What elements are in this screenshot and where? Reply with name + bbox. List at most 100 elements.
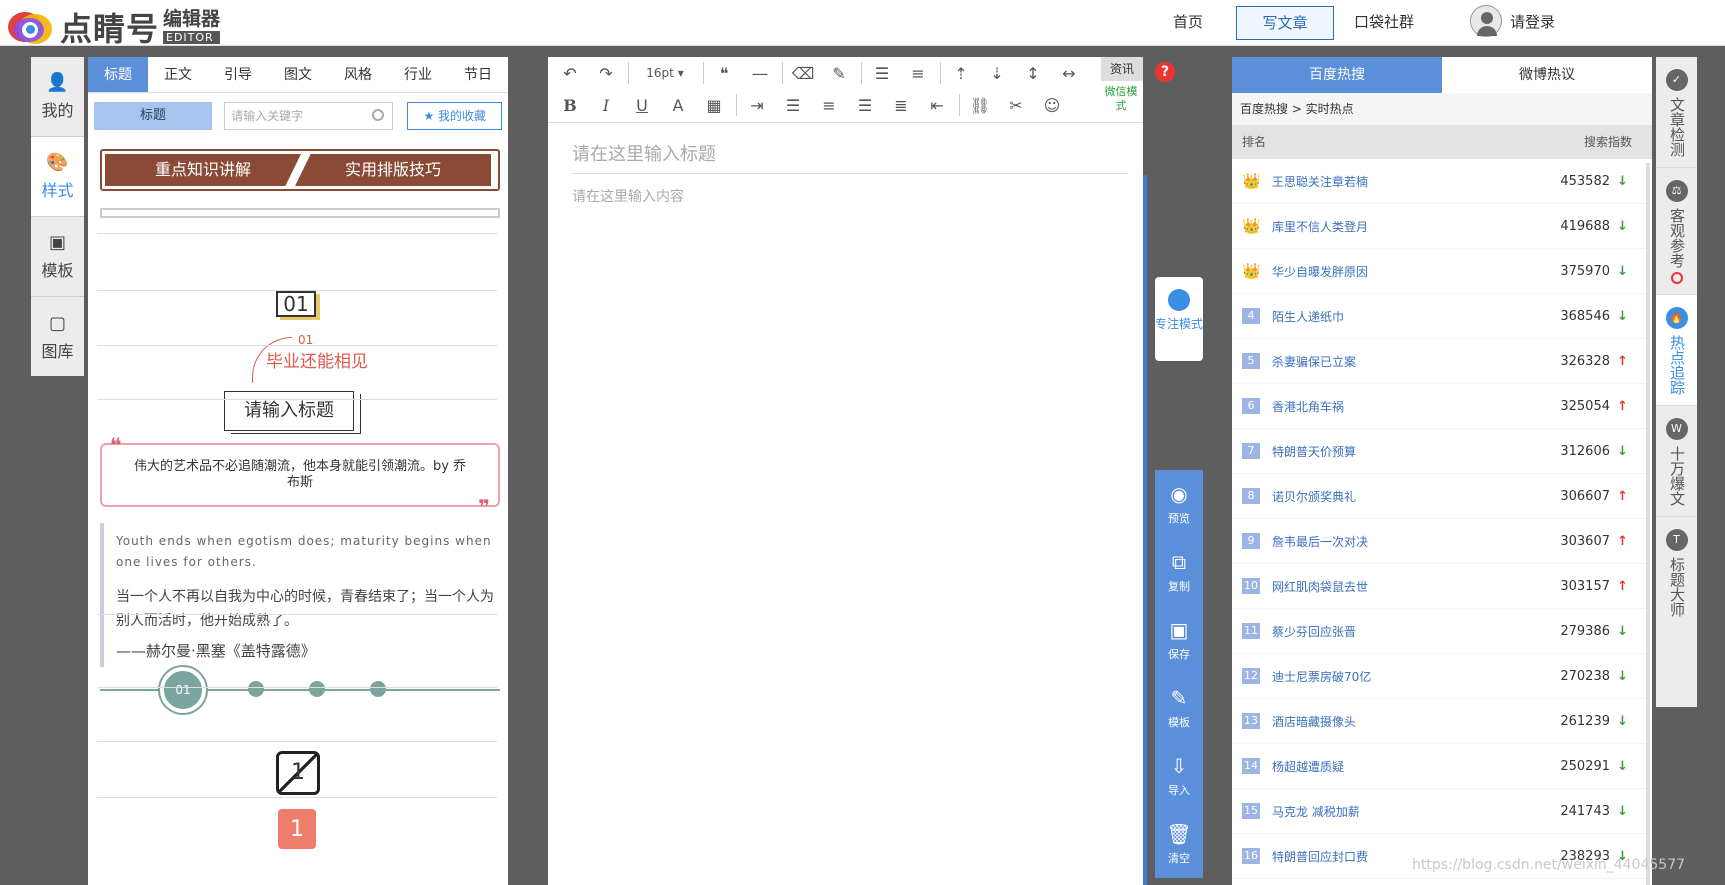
quote-icon[interactable]: ❝ [710, 59, 738, 87]
clear-button[interactable]: 🗑 清空 [1155, 810, 1203, 878]
left-nav-mine[interactable]: 👤 我的 [31, 57, 84, 137]
hot-list-item[interactable]: 14 杨超越遭质疑 250291 ↓ [1232, 744, 1652, 789]
indent-icon[interactable]: ⇥ [743, 91, 771, 119]
category-button[interactable]: 标题 [94, 102, 213, 130]
style-gift-number[interactable]: 1 [278, 809, 316, 849]
tab-body[interactable]: 正文 [148, 57, 208, 92]
left-nav-gallery[interactable]: ▢ 图库 [31, 297, 84, 377]
hot-item-title[interactable]: 香港北角车祸 [1272, 398, 1522, 415]
hot-list-item[interactable]: 4 陌生人递纸巾 368546 ↓ [1232, 294, 1652, 339]
style-title-dual[interactable]: 重点知识讲解 实用排版技巧 [100, 149, 500, 191]
tab-weibo-hot[interactable]: 微博热议 [1442, 57, 1652, 93]
left-nav-style[interactable]: 🎨 样式 [31, 137, 84, 217]
style-title-bar[interactable] [100, 208, 500, 218]
search-icon[interactable] [372, 109, 385, 121]
hot-item-title[interactable]: 詹韦最后一次对决 [1272, 533, 1522, 550]
line-height-icon[interactable]: ↕ [1019, 59, 1047, 87]
hot-item-title[interactable]: 特朗普天价预算 [1272, 443, 1522, 460]
spacing-top-icon[interactable]: ⇡ [947, 59, 975, 87]
hot-item-title[interactable]: 网红肌肉袋鼠去世 [1272, 578, 1522, 595]
align-right-icon[interactable]: ☰ [851, 91, 879, 119]
hot-list-item[interactable]: 6 香港北角车祸 325054 ↑ [1232, 384, 1652, 429]
body-input[interactable]: 请在这里输入内容 [572, 186, 684, 206]
font-color-icon[interactable]: A [664, 91, 692, 119]
background-color-icon[interactable]: ▦ [700, 91, 728, 119]
hot-item-title[interactable]: 华少自曝发胖原因 [1272, 263, 1522, 280]
hot-list-item[interactable]: 9 詹韦最后一次对决 303607 ↑ [1232, 519, 1652, 564]
align-justify-icon[interactable]: ≣ [887, 91, 915, 119]
hot-list-item[interactable]: 12 迪士尼票房破70亿 270238 ↓ [1232, 654, 1652, 699]
focus-mode-button[interactable]: 专注模式 [1155, 277, 1203, 361]
tab-guide[interactable]: 引导 [208, 57, 268, 92]
eraser-icon[interactable]: ⌫ [789, 59, 817, 87]
hot-item-title[interactable]: 马克龙 减税加薪 [1272, 803, 1522, 820]
hot-list-item[interactable]: 13 酒店暗藏摄像头 261239 ↓ [1232, 699, 1652, 744]
align-center-icon[interactable]: ≡ [815, 91, 843, 119]
hot-item-title[interactable]: 杨超越遭质疑 [1272, 758, 1522, 775]
font-size-select[interactable]: 16pt ▾ [635, 59, 695, 87]
right-nav-hot-tracking[interactable]: 🔥 热点追踪 [1656, 295, 1697, 406]
hot-list-item[interactable]: 7 特朗普天价预算 312606 ↓ [1232, 429, 1652, 474]
underline-icon[interactable]: U [628, 91, 656, 119]
news-button[interactable]: 资讯 [1101, 57, 1143, 81]
bullet-list-icon[interactable]: ☰ [868, 59, 896, 87]
copy-button[interactable]: ⧉ 复制 [1155, 538, 1203, 606]
style-slash-number[interactable]: 1 [276, 751, 320, 795]
right-nav-objective[interactable]: ⚖ 客观参考 [1656, 168, 1697, 295]
hot-item-title[interactable]: 杀妻骗保已立案 [1272, 353, 1522, 370]
tab-title[interactable]: 标题 [88, 57, 148, 92]
numbered-list-icon[interactable]: ≡ [904, 59, 932, 87]
format-painter-icon[interactable]: ✎ [825, 59, 853, 87]
tab-style[interactable]: 风格 [328, 57, 388, 92]
hot-list-item[interactable]: 11 蔡少芬回应张晋 279386 ↓ [1232, 609, 1652, 654]
style-essay[interactable]: Youth ends when egotism does; maturity b… [100, 523, 500, 667]
preview-button[interactable]: ◉ 预览 [1155, 470, 1203, 538]
tab-festival[interactable]: 节日 [448, 57, 508, 92]
style-number-badge[interactable]: 01 [276, 291, 316, 317]
italic-icon[interactable]: I [592, 91, 620, 119]
tab-baidu-hot[interactable]: 百度热搜 [1232, 57, 1442, 93]
right-nav-title-master[interactable]: T 标题大师 [1656, 517, 1697, 627]
hot-list-scrollbar[interactable] [1646, 163, 1650, 885]
hot-list-item[interactable]: 👑 华少自曝发胖原因 375970 ↓ [1232, 249, 1652, 294]
hot-list-item[interactable]: 5 杀妻骗保已立案 326328 ↑ [1232, 339, 1652, 384]
link-icon[interactable]: ⛓ [966, 91, 994, 119]
outdent-icon[interactable]: ⇤ [923, 91, 951, 119]
unlink-icon[interactable]: ✂ [1002, 91, 1030, 119]
nav-pocket[interactable]: 口袋社群 [1354, 6, 1444, 40]
help-icon[interactable]: ? [1155, 62, 1175, 82]
tab-image-text[interactable]: 图文 [268, 57, 328, 92]
wechat-mode-button[interactable]: 微信模式 [1103, 85, 1139, 113]
style-quote[interactable]: ❝ 伟大的艺术品不必追随潮流，他本身就能引领潮流。by 乔布斯 ❞ [100, 435, 500, 517]
search-input[interactable]: 请输入关键字 [224, 102, 394, 130]
hot-list-item[interactable]: 👑 王思聪关注章若楠 453582 ↓ [1232, 159, 1652, 204]
hot-list-item[interactable]: 15 马克龙 减税加薪 241743 ↓ [1232, 789, 1652, 834]
undo-icon[interactable]: ↶ [556, 59, 584, 87]
save-button[interactable]: ▣ 保存 [1155, 606, 1203, 674]
import-button[interactable]: ⇩ 导入 [1155, 742, 1203, 810]
nav-write[interactable]: 写文章 [1236, 6, 1334, 40]
template-button[interactable]: ✎ 模板 [1155, 674, 1203, 742]
horizontal-rule-icon[interactable]: — [746, 59, 774, 87]
bold-icon[interactable]: B [556, 91, 584, 119]
tab-industry[interactable]: 行业 [388, 57, 448, 92]
style-timeline[interactable]: 01 [100, 667, 500, 713]
logo[interactable]: 点睛号 编辑器 EDITOR [8, 4, 221, 50]
hot-item-title[interactable]: 诺贝尔颁奖典礼 [1272, 488, 1522, 505]
title-input[interactable]: 请在这里输入标题 [572, 140, 1128, 174]
hot-item-title[interactable]: 陌生人递纸巾 [1272, 308, 1522, 325]
hot-item-title[interactable]: 库里不信人类登月 [1272, 218, 1522, 235]
hot-item-title[interactable]: 酒店暗藏摄像头 [1272, 713, 1522, 730]
right-nav-viral[interactable]: W 十万爆文 [1656, 406, 1697, 517]
hot-list-item[interactable]: 10 网红肌肉袋鼠去世 303157 ↑ [1232, 564, 1652, 609]
style-graduation-title[interactable]: 01 毕业还能相见 [252, 333, 372, 383]
hot-item-title[interactable]: 蔡少芬回应张晋 [1272, 623, 1522, 640]
hot-item-title[interactable]: 迪士尼票房破70亿 [1272, 668, 1522, 685]
favorites-button[interactable]: ★ 我的收藏 [407, 102, 502, 130]
hot-item-title[interactable]: 王思聪关注章若楠 [1272, 173, 1522, 190]
redo-icon[interactable]: ↷ [592, 59, 620, 87]
left-nav-template[interactable]: ▣ 模板 [31, 217, 84, 297]
hot-list-item[interactable]: 👑 库里不信人类登月 419688 ↓ [1232, 204, 1652, 249]
spacing-bottom-icon[interactable]: ⇣ [983, 59, 1011, 87]
letter-spacing-icon[interactable]: ↔ [1055, 59, 1083, 87]
